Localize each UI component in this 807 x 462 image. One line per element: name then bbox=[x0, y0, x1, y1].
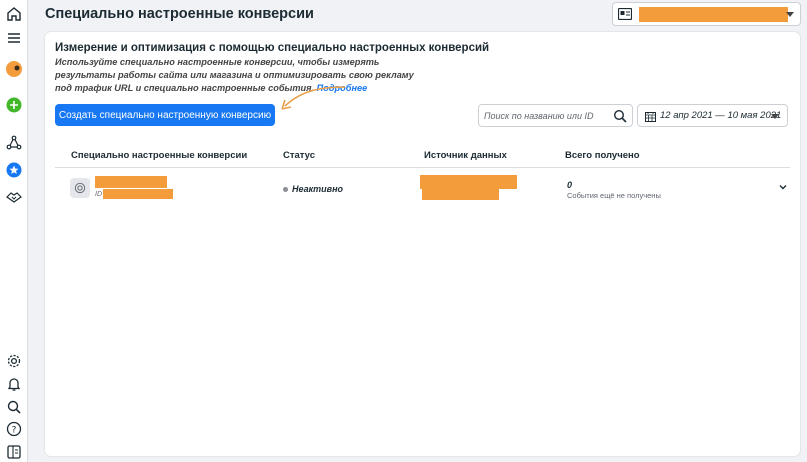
date-range-picker[interactable]: 12 апр 2021 — 10 мая 2021 bbox=[637, 104, 788, 127]
page-title: Специально настроенные конверсии bbox=[45, 6, 314, 22]
column-header-data-source[interactable]: Источник данных bbox=[424, 150, 507, 161]
panel-icon[interactable] bbox=[4, 442, 24, 462]
search-icon[interactable] bbox=[613, 109, 627, 123]
help-icon[interactable]: ? bbox=[4, 419, 24, 439]
intro-description: Используйте специально настроенные конве… bbox=[55, 56, 415, 95]
search-input[interactable] bbox=[484, 109, 604, 123]
intro-title: Измерение и оптимизация с помощью специа… bbox=[55, 42, 490, 54]
graph-icon[interactable] bbox=[4, 133, 24, 153]
bell-icon[interactable] bbox=[4, 374, 24, 394]
star-icon[interactable] bbox=[4, 160, 24, 180]
target-icon bbox=[70, 178, 90, 198]
search-icon[interactable] bbox=[4, 397, 24, 417]
conversion-id-redacted bbox=[103, 189, 173, 199]
column-header-status[interactable]: Статус bbox=[283, 150, 315, 161]
svg-text:?: ? bbox=[12, 426, 17, 436]
ad-account-select[interactable] bbox=[612, 2, 801, 26]
chevron-down-icon bbox=[786, 12, 794, 17]
column-header-total-received[interactable]: Всего получено bbox=[565, 150, 640, 161]
menu-icon[interactable] bbox=[4, 28, 24, 48]
main-card: Измерение и оптимизация с помощью специа… bbox=[45, 32, 800, 456]
account-icon bbox=[618, 8, 632, 20]
data-source-id-redacted bbox=[422, 189, 499, 200]
left-sidebar: ? bbox=[0, 0, 28, 462]
avatar[interactable] bbox=[4, 59, 24, 79]
search-box[interactable] bbox=[478, 104, 633, 127]
data-source-redacted bbox=[420, 175, 517, 189]
calendar-icon bbox=[645, 112, 656, 122]
home-icon[interactable] bbox=[4, 4, 24, 24]
received-count: 0 bbox=[567, 180, 573, 190]
plus-icon[interactable] bbox=[4, 95, 24, 115]
date-range-text: 12 апр 2021 — 10 мая 2021 bbox=[660, 110, 782, 121]
table-header: Специально настроенные конверсии Статус … bbox=[55, 144, 790, 168]
conversion-name-redacted[interactable] bbox=[95, 176, 167, 188]
received-note: События ещё не получены bbox=[567, 191, 661, 200]
create-conversion-button[interactable]: Создать специально настроенную конверсию bbox=[55, 104, 275, 126]
table-row[interactable]: ID Неактивно 0 События ещё не получены bbox=[55, 172, 790, 206]
id-label: ID bbox=[95, 191, 102, 198]
status-badge: Неактивно bbox=[283, 184, 343, 194]
chevron-down-icon bbox=[771, 114, 779, 119]
gear-icon[interactable] bbox=[4, 351, 24, 371]
handshake-icon[interactable] bbox=[4, 187, 24, 207]
status-text: Неактивно bbox=[292, 184, 344, 194]
annotation-arrow-icon bbox=[281, 86, 346, 110]
status-dot-icon bbox=[283, 186, 288, 192]
column-header-conversions[interactable]: Специально настроенные конверсии bbox=[71, 150, 247, 161]
account-name-redacted bbox=[639, 7, 788, 22]
chevron-down-icon[interactable] bbox=[778, 182, 788, 192]
